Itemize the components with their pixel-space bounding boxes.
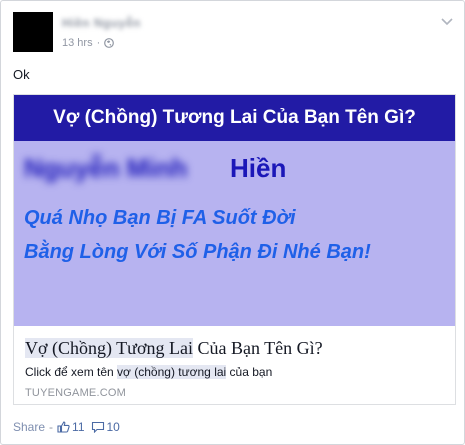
- post-actions: Share - 11 10: [13, 420, 126, 434]
- chevron-down-icon[interactable]: [440, 16, 454, 28]
- timestamp[interactable]: 13 hrs: [62, 37, 93, 49]
- author-name[interactable]: Hiền Nguyễn: [62, 16, 141, 30]
- comment-icon: [91, 421, 104, 433]
- actions-separator: -: [49, 420, 54, 434]
- like-count-value: 11: [72, 420, 85, 434]
- comment-count-value: 10: [106, 420, 120, 434]
- attachment-title-rest: Của Bạn Tên Gì?: [192, 338, 323, 358]
- attachment-title[interactable]: Vợ (Chồng) Tương Lai Của Bạn Tên Gì?: [25, 338, 323, 359]
- like-count[interactable]: 11: [57, 420, 85, 434]
- meta-separator: ·: [96, 37, 101, 49]
- result-line-1: Quá Nhọ Bạn Bị FA Suốt Đời: [24, 207, 296, 229]
- comment-count[interactable]: 10: [91, 420, 120, 434]
- avatar[interactable]: [13, 12, 53, 52]
- banner-title: Vợ (Chồng) Tương Lai Của Bạn Tên Gì?: [53, 107, 416, 128]
- desc-highlight: vợ (chồng) tương lai: [117, 365, 227, 379]
- result-name: Nguyễn Minh Hiền: [24, 153, 286, 184]
- banner-header: Vợ (Chồng) Tương Lai Của Bạn Tên Gì?: [14, 95, 455, 141]
- attachment-image[interactable]: Vợ (Chồng) Tương Lai Của Bạn Tên Gì? Ngu…: [14, 95, 455, 326]
- result-name-visible: Hiền: [230, 153, 287, 183]
- result-line-2: Bằng Lòng Với Số Phận Đi Nhé Bạn!: [24, 241, 371, 263]
- desc-prefix: Click để xem tên: [25, 365, 118, 379]
- attachment-domain: TUYENGAME.COM: [25, 387, 126, 399]
- share-link[interactable]: Share: [13, 420, 45, 434]
- post-meta: 13 hrs ·: [62, 37, 115, 49]
- facebook-post: Hiền Nguyễn 13 hrs · Ok Vợ (Chồng) Tương…: [0, 0, 465, 445]
- result-name-blurred: Nguyễn Minh: [24, 153, 188, 183]
- desc-suffix: của bạn: [226, 365, 273, 379]
- post-text: Ok: [13, 67, 30, 82]
- globe-icon[interactable]: [104, 38, 115, 48]
- link-attachment[interactable]: Vợ (Chồng) Tương Lai Của Bạn Tên Gì? Ngu…: [13, 94, 456, 405]
- attachment-title-highlight: Vợ (Chồng) Tương Lai: [25, 338, 193, 358]
- thumbs-up-icon: [57, 421, 70, 433]
- attachment-description: Click để xem tên vợ (chồng) tương lai củ…: [25, 365, 272, 379]
